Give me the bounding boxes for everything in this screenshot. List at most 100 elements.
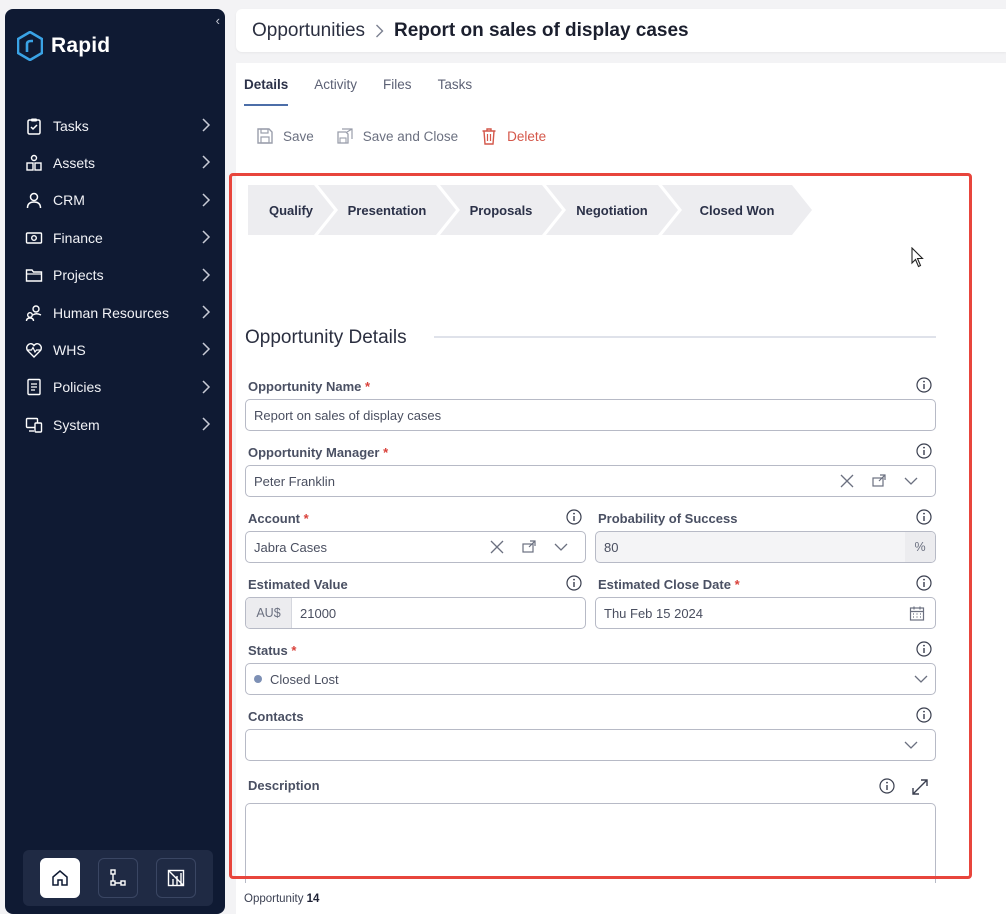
sidebar-item-label: Finance [53,229,103,246]
home-button[interactable] [40,858,80,898]
chevron-down-icon[interactable] [903,473,919,489]
status-select[interactable]: Closed Lost [245,663,936,695]
chevron-right-icon [202,305,211,319]
info-icon[interactable] [916,707,932,723]
breadcrumb: Opportunities Report on sales of display… [236,9,1006,52]
sidebar-item-label: Human Resources [53,304,169,321]
tab-tasks[interactable]: Tasks [438,77,473,106]
sidebar-item-tasks[interactable]: Tasks [5,107,225,144]
workflow-button[interactable] [98,858,138,898]
sidebar-item-finance[interactable]: Finance [5,219,225,256]
close-date-input[interactable]: Thu Feb 15 2024 [595,597,936,629]
contacts-select[interactable] [245,729,936,761]
clear-icon[interactable] [489,539,505,555]
clear-icon[interactable] [839,473,855,489]
breadcrumb-opportunities-link[interactable]: Opportunities [252,20,365,42]
expand-icon[interactable] [911,778,929,796]
app-name: Rapid [51,34,111,57]
stage-closed-won[interactable]: Closed Won [662,185,812,235]
workflow-icon [110,869,126,886]
sidebar-item-system[interactable]: System [5,406,225,443]
probability-input[interactable]: 80 % [595,531,936,563]
collapse-sidebar-icon[interactable]: ‹ [216,13,220,28]
probability-label: Probability of Success [598,511,738,526]
status-dot-icon [254,675,262,683]
description-textarea[interactable] [245,803,936,883]
info-icon[interactable] [916,377,932,393]
info-icon[interactable] [566,575,582,591]
estimated-value-label: Estimated Value [248,577,348,592]
sidebar-item-label: Projects [53,267,104,284]
contacts-label: Contacts [248,709,304,724]
chevron-down-icon[interactable] [903,737,919,753]
opportunity-name-value: Report on sales of display cases [254,407,442,423]
clipboard-check-icon [23,115,45,137]
stage-presentation[interactable]: Presentation [318,185,456,235]
open-record-icon[interactable] [871,473,887,489]
sidebar-item-crm[interactable]: CRM [5,182,225,219]
chevron-right-icon [202,380,211,394]
tab-files[interactable]: Files [383,77,412,106]
account-select[interactable]: Jabra Cases [245,531,586,563]
delete-label: Delete [507,128,547,144]
opportunity-name-label: Opportunity Name * [248,379,371,394]
tab-details[interactable]: Details [244,77,289,106]
percent-addon: % [905,532,935,562]
stage-negotiation[interactable]: Negotiation [546,185,678,235]
opportunity-manager-label: Opportunity Manager * [248,445,389,460]
sidebar-item-policies[interactable]: Policies [5,369,225,406]
people-icon [23,302,45,324]
close-date-value: Thu Feb 15 2024 [604,605,704,621]
sidebar-item-label: WHS [53,342,86,359]
close-date-label: Estimated Close Date * [598,577,740,592]
save-close-icon [337,128,353,144]
sidebar-item-human-resources[interactable]: Human Resources [5,294,225,331]
sidebar-bottom-bar [23,850,213,906]
chevron-down-icon[interactable] [553,539,569,555]
app-logo[interactable]: Rapid [17,31,110,61]
sidebar-item-whs[interactable]: WHS [5,331,225,368]
chevron-right-icon [202,193,211,207]
banknote-icon [23,227,45,249]
save-button[interactable]: Save [256,127,314,145]
description-label: Description [248,778,320,793]
chevron-down-icon[interactable] [913,671,929,687]
chevron-right-icon [202,230,211,244]
opportunity-manager-value: Peter Franklin [254,473,335,489]
info-icon[interactable] [916,509,932,525]
chevron-right-icon [202,268,211,282]
tab-bar: Details Activity Files Tasks [244,77,498,106]
opportunity-manager-select[interactable]: Peter Franklin [245,465,936,497]
opportunity-name-input[interactable]: Report on sales of display cases [245,399,936,431]
delete-button[interactable]: Delete [480,127,546,145]
chevron-right-icon [202,417,211,431]
save-and-close-label: Save and Close [362,128,459,144]
chevron-right-icon [202,118,211,132]
save-and-close-button[interactable]: Save and Close [336,127,458,145]
tab-activity[interactable]: Activity [314,77,357,106]
section-divider [434,336,936,338]
sidebar-item-projects[interactable]: Projects [5,257,225,294]
account-label: Account * [248,511,309,526]
sidebar-item-label: Tasks [53,117,89,134]
status-value: Closed Lost [270,671,339,687]
status-label: Status * [248,643,297,658]
info-icon[interactable] [916,443,932,459]
save-label: Save [283,128,314,144]
stage-qualify[interactable]: Qualify [248,185,334,235]
info-icon[interactable] [916,575,932,591]
open-record-icon[interactable] [521,539,537,555]
sidebar-item-assets[interactable]: Assets [5,144,225,181]
trash-icon [482,128,496,145]
mouse-cursor-icon [911,247,924,268]
sidebar-item-label: CRM [53,192,85,209]
info-icon[interactable] [916,641,932,657]
monitor-icon [23,414,45,436]
currency-addon: AU$ [246,598,292,628]
stage-proposals[interactable]: Proposals [440,185,562,235]
reports-button[interactable] [156,858,196,898]
info-icon[interactable] [566,509,582,525]
calendar-icon[interactable] [909,605,925,621]
info-icon[interactable] [879,778,895,794]
estimated-value-input[interactable]: AU$ 21000 [245,597,586,629]
